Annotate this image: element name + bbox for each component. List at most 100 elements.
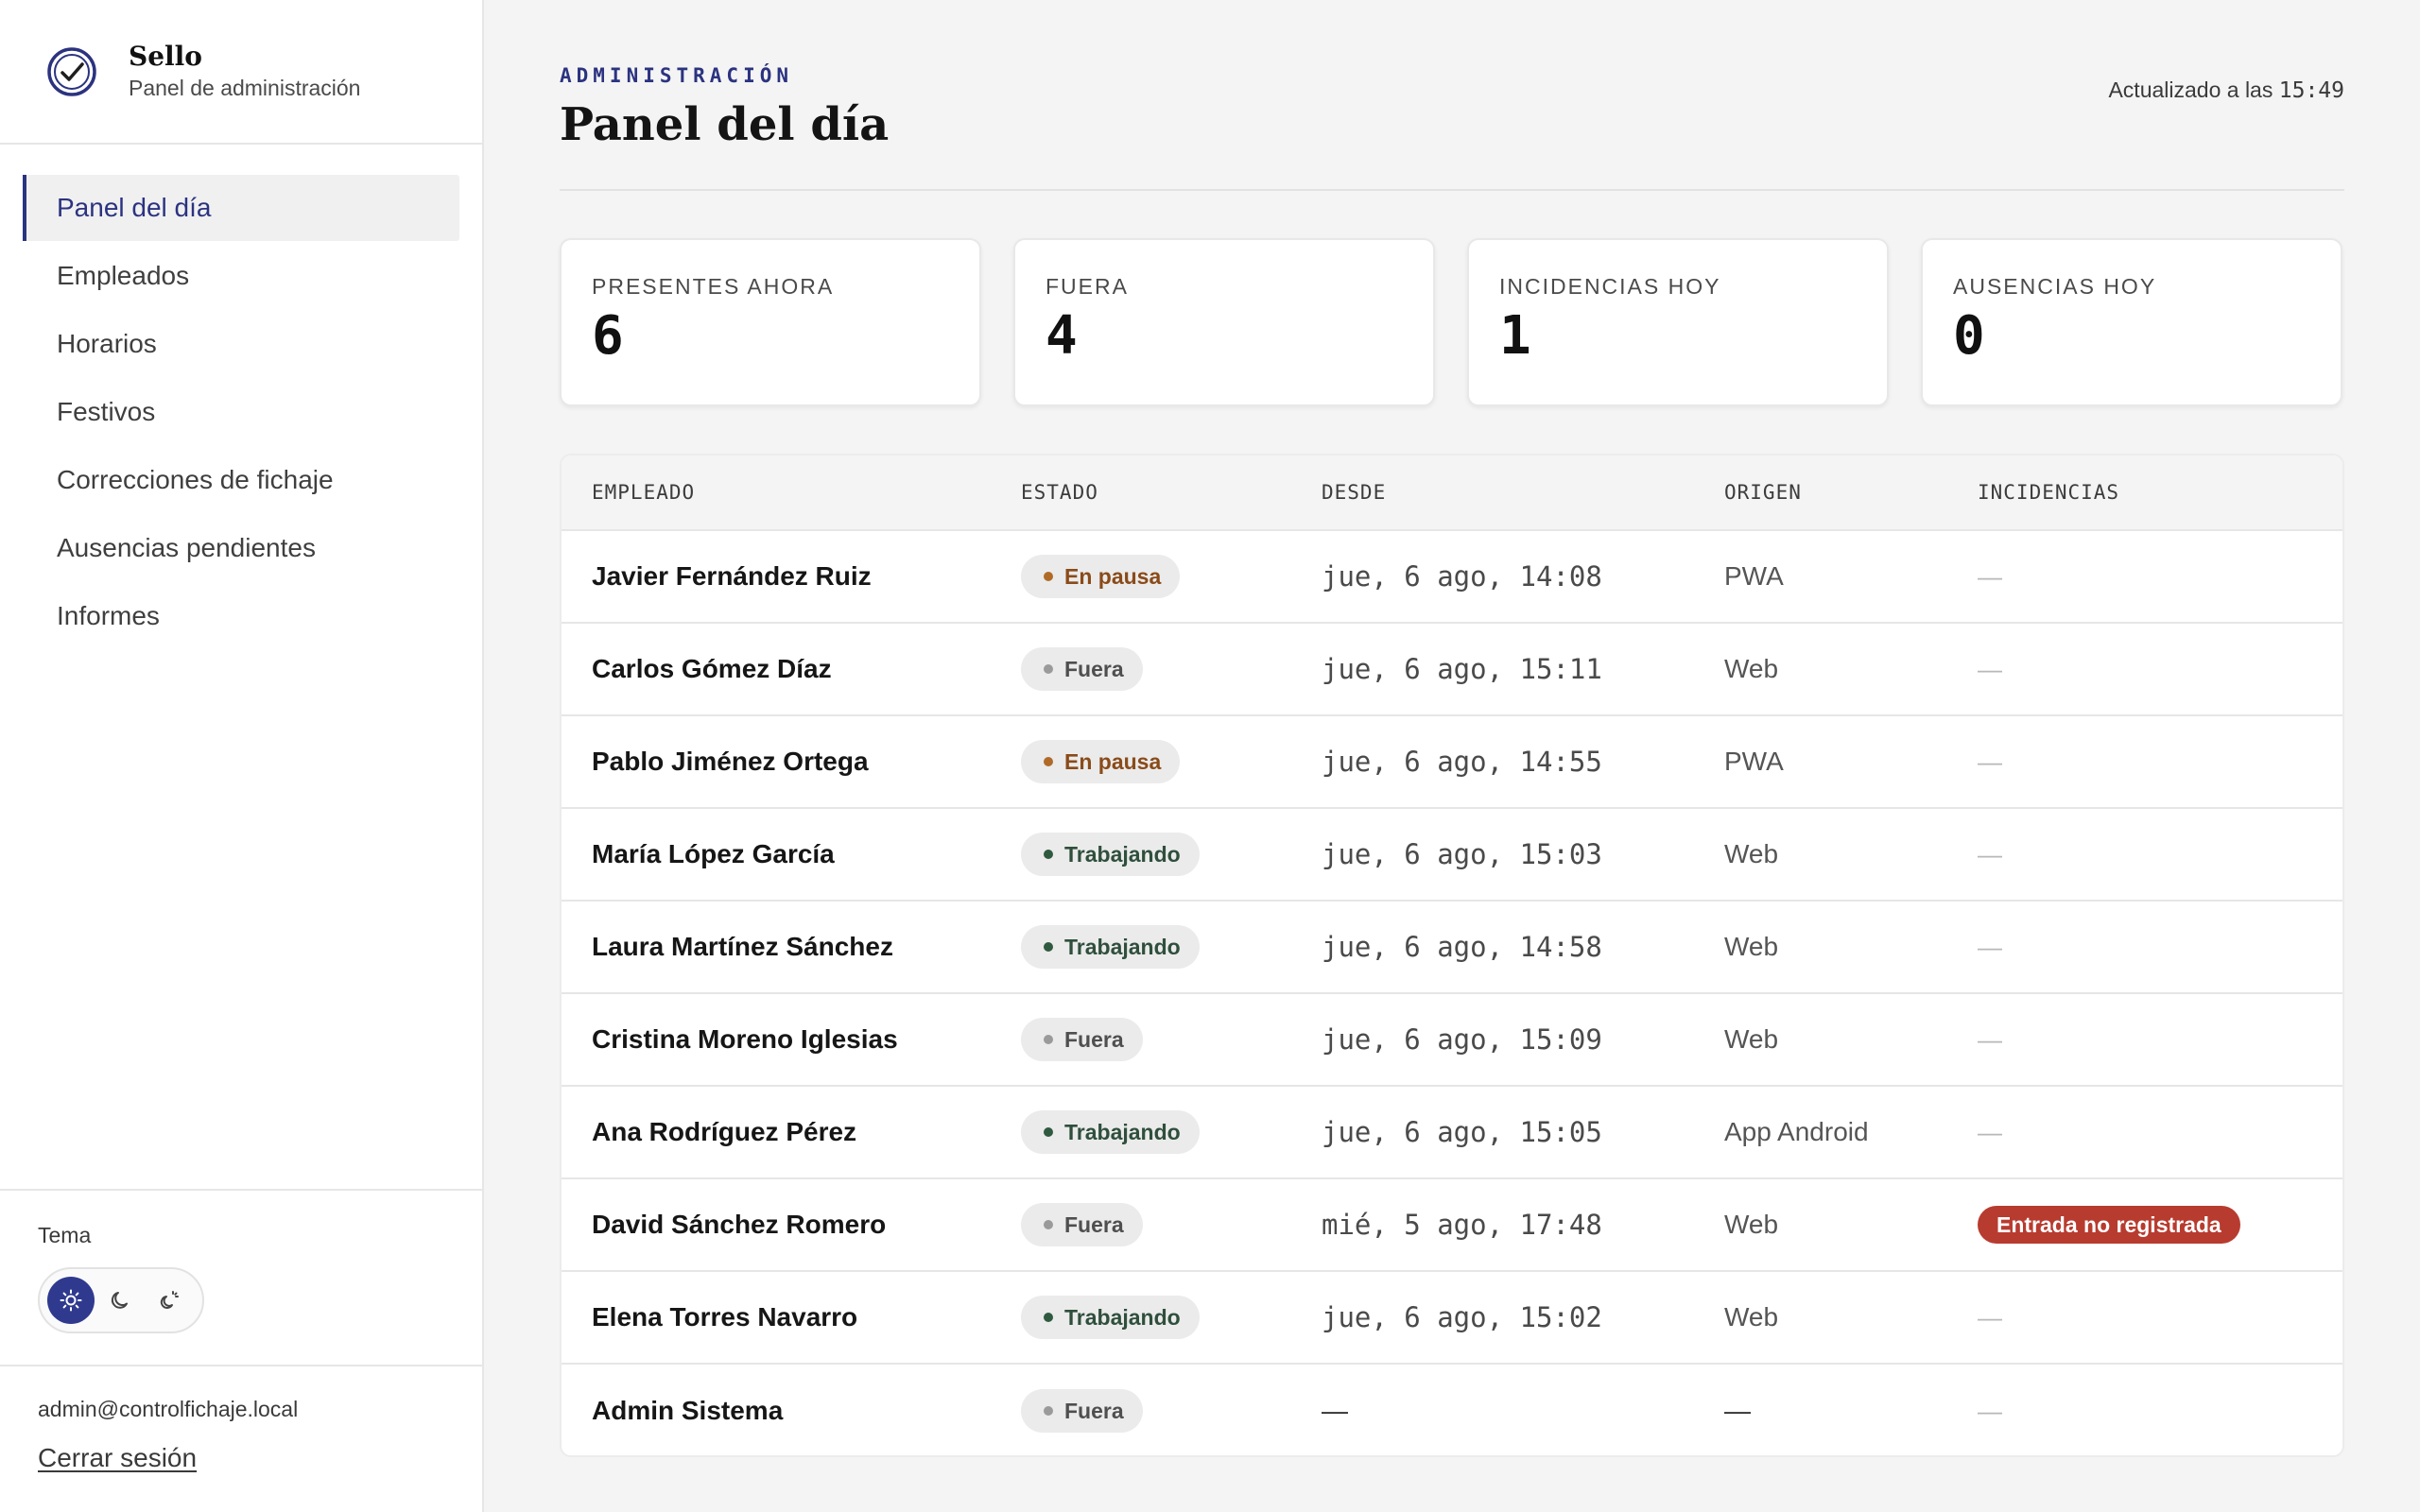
- table-row[interactable]: Cristina Moreno Iglesias Fuera jue, 6 ag…: [562, 994, 2342, 1087]
- sidebar-item-horarios[interactable]: Horarios: [23, 311, 459, 377]
- column-header-empleado: EMPLEADO: [592, 481, 696, 504]
- status-text: Fuera: [1064, 656, 1124, 681]
- stat-value: 1: [1499, 305, 1531, 367]
- employee-name: Ana Rodríguez Pérez: [592, 1117, 857, 1146]
- incident: —: [1978, 1302, 2002, 1332]
- stat-card-fuera: FUERA 4: [1013, 238, 1435, 406]
- stat-label: PRESENTES AHORA: [592, 274, 835, 299]
- table-row[interactable]: David Sánchez Romero Fuera mié, 5 ago, 1…: [562, 1179, 2342, 1272]
- origin: —: [1724, 1396, 1751, 1425]
- account-section: admin@controlfichaje.local Cerrar sesión: [38, 1397, 298, 1473]
- status-dot-icon: [1044, 942, 1053, 952]
- sidebar-item-panel-del-dia[interactable]: Panel del día: [23, 175, 459, 241]
- incident: —: [1978, 1396, 2002, 1425]
- table-row[interactable]: Admin Sistema Fuera — — —: [562, 1365, 2342, 1455]
- status-dot-icon: [1044, 572, 1053, 581]
- table-row[interactable]: Ana Rodríguez Pérez Trabajando jue, 6 ag…: [562, 1087, 2342, 1179]
- status-badge: Fuera: [1021, 1389, 1143, 1433]
- sidebar-item-empleados[interactable]: Empleados: [23, 243, 459, 309]
- employees-table: EMPLEADO ESTADO DESDE ORIGEN INCIDENCIAS…: [560, 454, 2344, 1457]
- sidebar-item-label: Ausencias pendientes: [57, 533, 316, 562]
- sidebar-item-label: Informes: [57, 601, 160, 630]
- employee-name: Cristina Moreno Iglesias: [592, 1024, 898, 1054]
- status-dot-icon: [1044, 1406, 1053, 1416]
- status-dot-icon: [1044, 1035, 1053, 1044]
- since-time: jue, 6 ago, 15:11: [1322, 653, 1602, 685]
- since-time: jue, 6 ago, 14:08: [1322, 560, 1602, 593]
- sidebar-item-label: Festivos: [57, 397, 156, 426]
- employee-name: Elena Torres Navarro: [592, 1302, 858, 1332]
- status-badge: Trabajando: [1021, 925, 1200, 969]
- sidebar-item-label: Horarios: [57, 329, 157, 358]
- incident: —: [1978, 1024, 2002, 1054]
- status-dot-icon: [1044, 850, 1053, 859]
- incident-alert-badge[interactable]: Entrada no registrada: [1978, 1206, 2240, 1244]
- sidebar: Sello Panel de administración Panel del …: [0, 0, 484, 1512]
- brand-name: Sello: [129, 40, 202, 72]
- status-badge: Trabajando: [1021, 833, 1200, 876]
- sidebar-item-festivos[interactable]: Festivos: [23, 379, 459, 445]
- sidebar-item-ausencias[interactable]: Ausencias pendientes: [23, 515, 459, 581]
- table-row[interactable]: Javier Fernández Ruiz En pausa jue, 6 ag…: [562, 531, 2342, 624]
- table-row[interactable]: María López García Trabajando jue, 6 ago…: [562, 809, 2342, 902]
- stat-value: 4: [1046, 305, 1078, 367]
- stat-value: 0: [1953, 305, 1985, 367]
- since-time: jue, 6 ago, 15:03: [1322, 838, 1602, 870]
- header-divider: [560, 189, 2344, 191]
- brand-subtitle: Panel de administración: [129, 75, 361, 100]
- status-text: Trabajando: [1064, 1119, 1181, 1144]
- status-badge: Trabajando: [1021, 1110, 1200, 1154]
- status-badge: Fuera: [1021, 1203, 1143, 1246]
- brand: Sello Panel de administración: [0, 0, 482, 145]
- theme-light-button[interactable]: [47, 1277, 95, 1324]
- since-time: —: [1322, 1396, 1348, 1425]
- theme-switcher: [38, 1267, 204, 1333]
- since-time: jue, 6 ago, 15:05: [1322, 1116, 1602, 1148]
- sun-icon: [60, 1289, 82, 1312]
- origin: Web: [1724, 932, 1779, 961]
- moon-icon: [111, 1292, 128, 1309]
- sidebar-item-label: Panel del día: [57, 193, 212, 222]
- sidebar-item-correcciones[interactable]: Correcciones de fichaje: [23, 447, 459, 513]
- incident: —: [1978, 839, 2002, 868]
- origin: Web: [1724, 1210, 1779, 1239]
- status-text: Trabajando: [1064, 1304, 1181, 1330]
- origin: PWA: [1724, 561, 1784, 591]
- employee-name: Admin Sistema: [592, 1396, 784, 1425]
- employee-name: María López García: [592, 839, 835, 868]
- origin: Web: [1724, 1302, 1779, 1332]
- since-time: jue, 6 ago, 15:09: [1322, 1023, 1602, 1056]
- table-row[interactable]: Carlos Gómez Díaz Fuera jue, 6 ago, 15:1…: [562, 624, 2342, 716]
- table-row[interactable]: Elena Torres Navarro Trabajando jue, 6 a…: [562, 1272, 2342, 1365]
- logout-link[interactable]: Cerrar sesión: [38, 1443, 197, 1473]
- table-row[interactable]: Laura Martínez Sánchez Trabajando jue, 6…: [562, 902, 2342, 994]
- theme-section: Tema: [0, 1189, 482, 1366]
- since-time: mié, 5 ago, 17:48: [1322, 1209, 1602, 1241]
- status-text: En pausa: [1064, 563, 1162, 589]
- origin: Web: [1724, 839, 1779, 868]
- status-dot-icon: [1044, 1220, 1053, 1229]
- check-seal-icon: [47, 46, 96, 96]
- status-text: Fuera: [1064, 1026, 1124, 1052]
- sidebar-item-informes[interactable]: Informes: [23, 583, 459, 649]
- page-title: Panel del día: [560, 98, 890, 151]
- since-time: jue, 6 ago, 14:55: [1322, 746, 1602, 778]
- table-row[interactable]: Pablo Jiménez Ortega En pausa jue, 6 ago…: [562, 716, 2342, 809]
- status-badge: Fuera: [1021, 1018, 1143, 1061]
- origin: Web: [1724, 654, 1779, 683]
- employee-name: David Sánchez Romero: [592, 1210, 887, 1239]
- status-text: Fuera: [1064, 1211, 1124, 1237]
- employee-name: Pablo Jiménez Ortega: [592, 747, 869, 776]
- status-text: En pausa: [1064, 748, 1162, 774]
- status-text: Trabajando: [1064, 934, 1181, 959]
- status-badge: Trabajando: [1021, 1296, 1200, 1339]
- status-text: Trabajando: [1064, 841, 1181, 867]
- origin: Web: [1724, 1024, 1779, 1054]
- theme-auto-button[interactable]: [146, 1277, 193, 1324]
- status-text: Fuera: [1064, 1398, 1124, 1423]
- sidebar-item-label: Correcciones de fichaje: [57, 465, 334, 494]
- theme-dark-button[interactable]: [96, 1277, 144, 1324]
- stat-label: AUSENCIAS HOY: [1953, 274, 2157, 299]
- status-dot-icon: [1044, 1127, 1053, 1137]
- stat-card-incidencias: INCIDENCIAS HOY 1: [1467, 238, 1889, 406]
